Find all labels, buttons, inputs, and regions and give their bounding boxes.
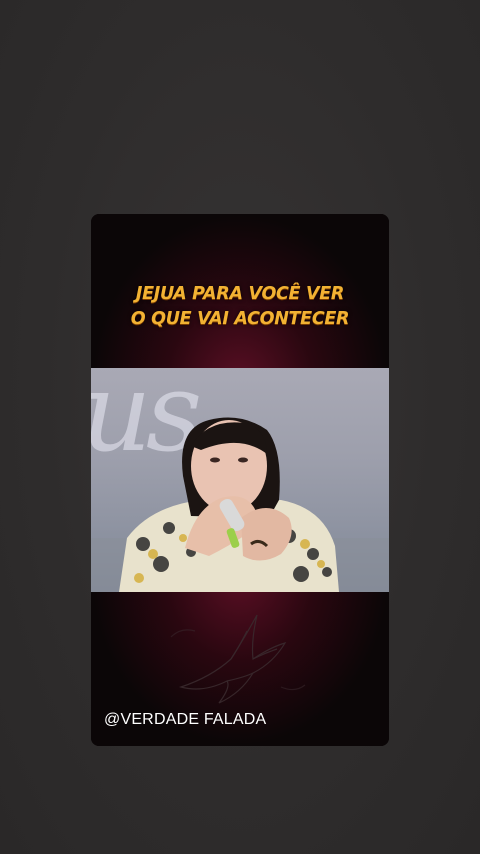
- headline-line-2: O QUE VAI ACONTECER: [130, 309, 350, 329]
- dove-watermark-icon: [170, 614, 306, 704]
- card-footer: @VERDADE FALADA: [91, 592, 389, 746]
- video-frame[interactable]: us: [91, 368, 389, 592]
- card-header: JEJUA PARA VOCÊ VER O QUE VAI ACONTECER: [91, 214, 389, 368]
- story-card[interactable]: JEJUA PARA VOCÊ VER O QUE VAI ACONTECER …: [91, 214, 389, 746]
- speaker-figure: [91, 417, 389, 592]
- headline-line-1: JEJUA PARA VOCÊ VER: [135, 284, 345, 304]
- headline: JEJUA PARA VOCÊ VER O QUE VAI ACONTECER: [91, 282, 389, 332]
- channel-handle[interactable]: @VERDADE FALADA: [104, 711, 266, 729]
